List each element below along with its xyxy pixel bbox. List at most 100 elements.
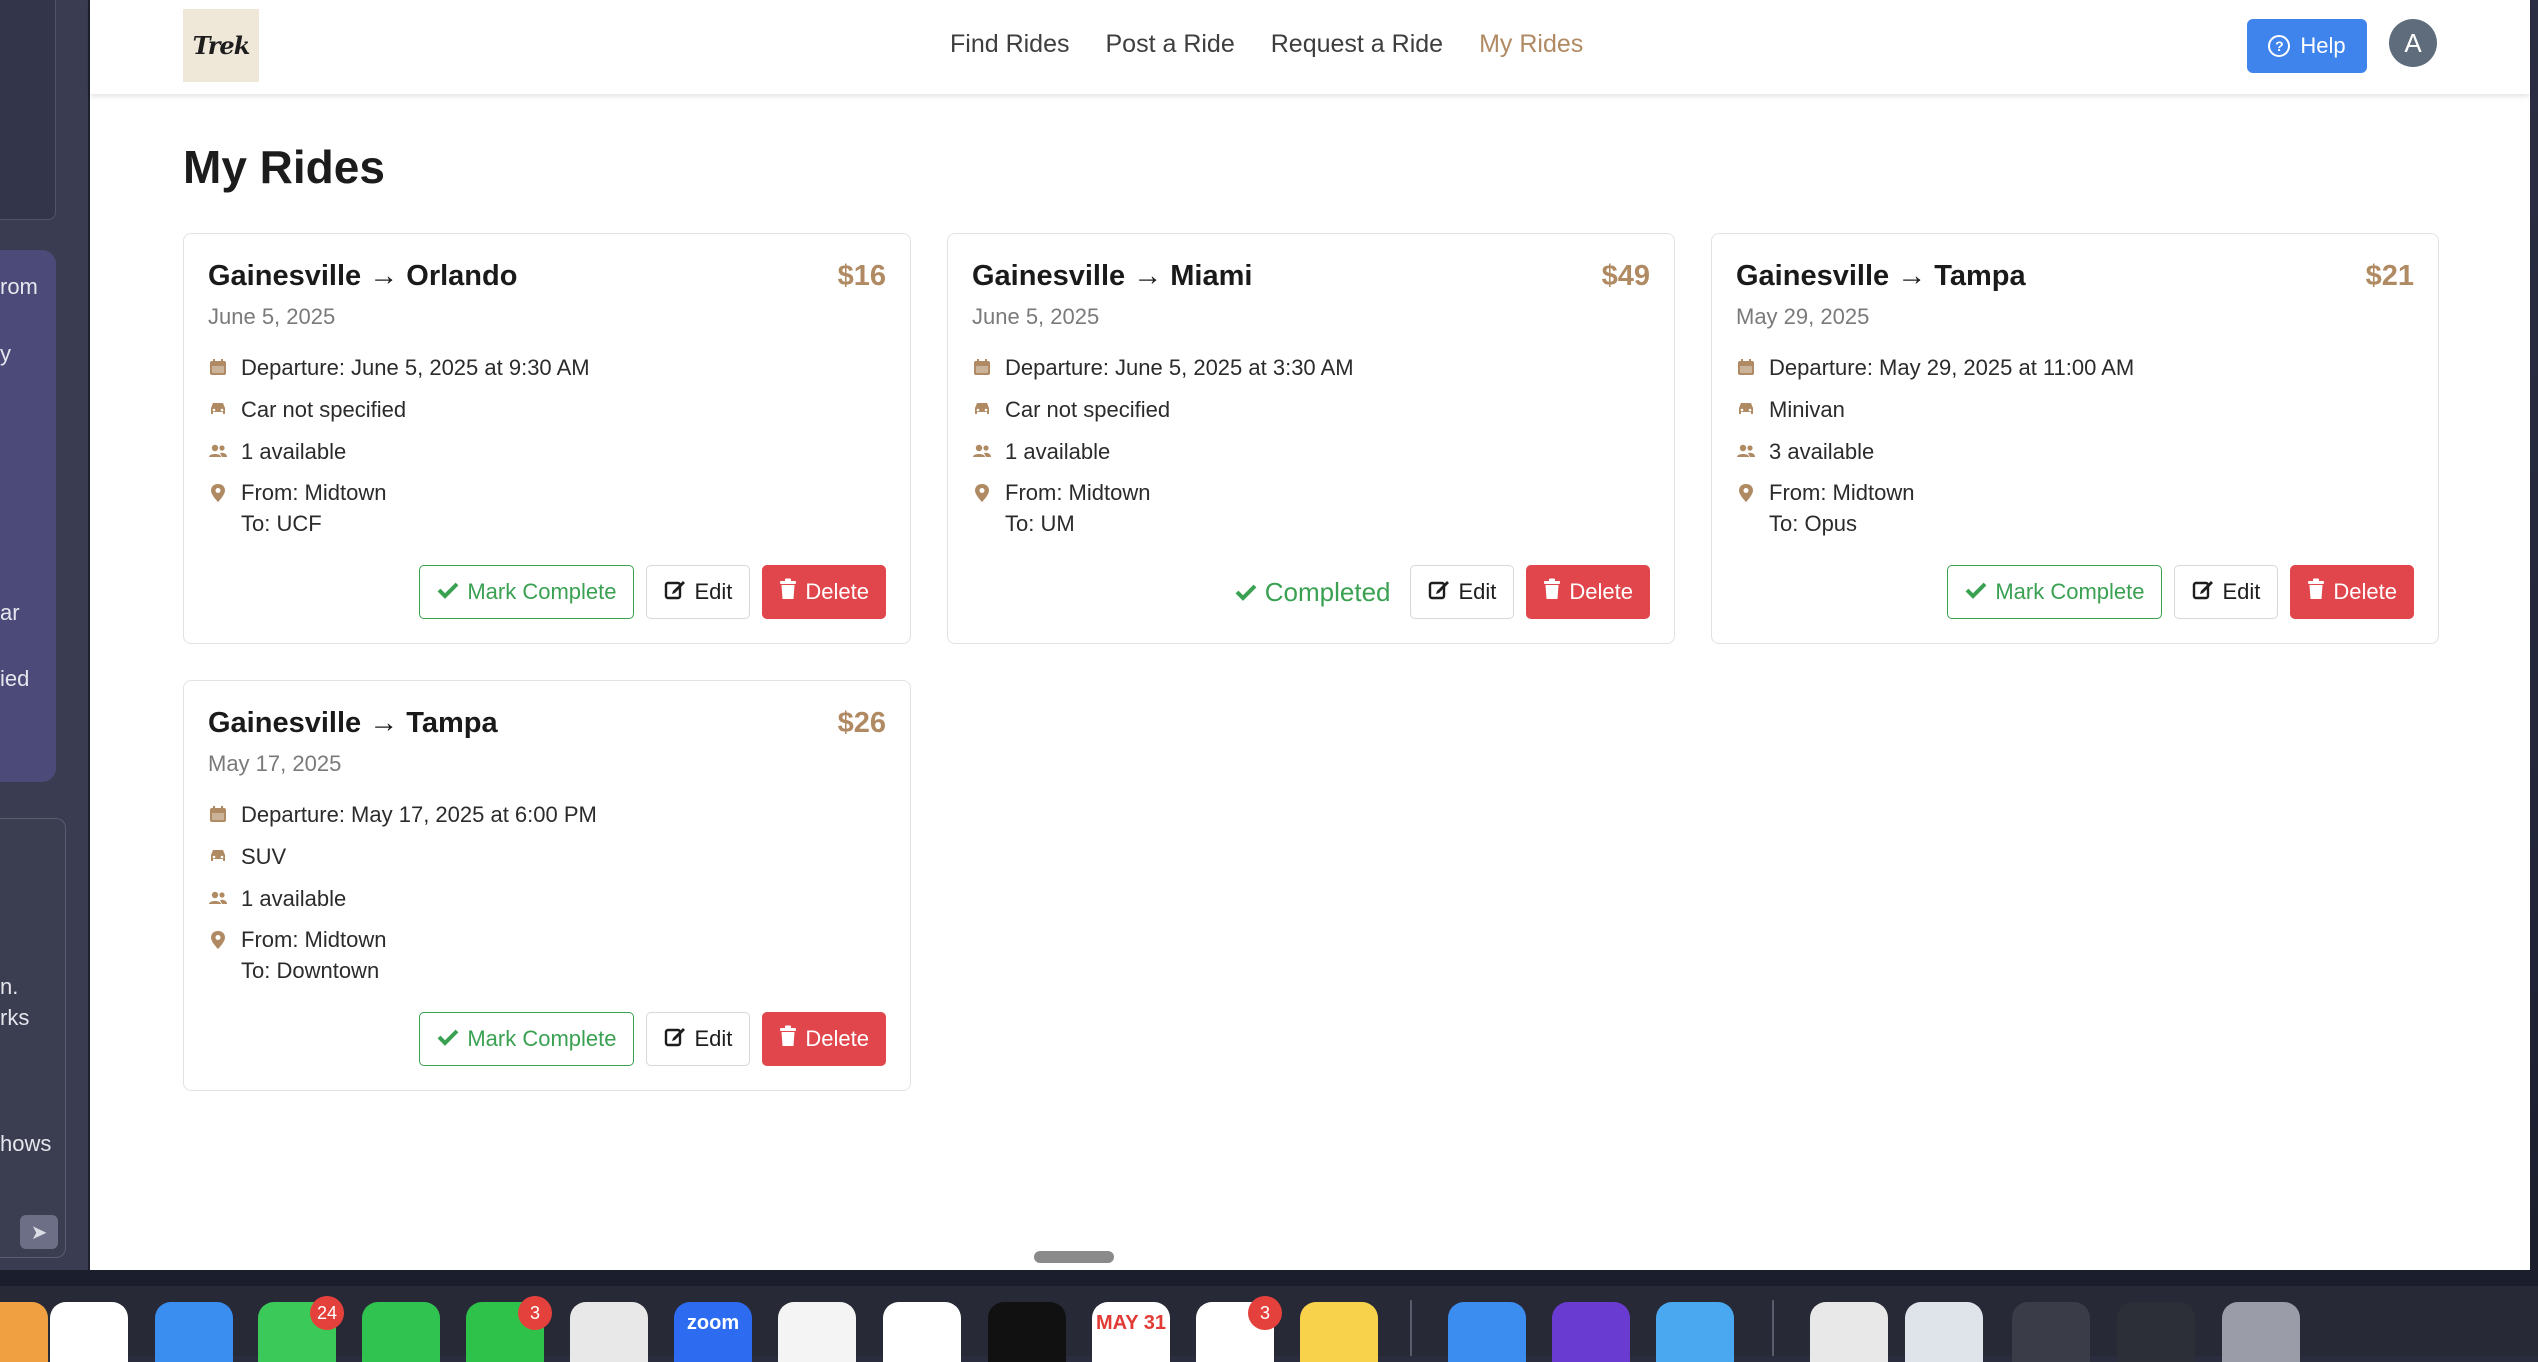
scroll-handle[interactable] (1034, 1251, 1114, 1263)
seats-row: 1 available (208, 439, 346, 465)
seats-row: 3 available (1736, 439, 1874, 465)
trek-logo[interactable]: Trek (183, 9, 259, 82)
car-text: SUV (241, 844, 287, 869)
delete-label: Delete (1569, 579, 1633, 604)
car-icon (208, 399, 228, 419)
mark-complete-label: Mark Complete (467, 1026, 617, 1051)
ride-date: May 17, 2025 (208, 751, 342, 776)
card-actions: Mark Complete Edit Delete (419, 1012, 886, 1066)
background-panel-top (0, 0, 56, 220)
find-my-icon[interactable] (570, 1302, 648, 1362)
whatsapp-icon[interactable] (362, 1302, 440, 1362)
location-row: From: Midtown To: UCF (208, 480, 386, 539)
zoom-icon[interactable]: zoom (674, 1302, 752, 1362)
seats-text: 1 available (241, 439, 347, 464)
cursor-icon[interactable] (988, 1302, 1066, 1362)
car-icon (1736, 399, 1756, 419)
chrome-icon[interactable] (50, 1302, 128, 1362)
trash-icon[interactable] (2222, 1302, 2300, 1362)
zoom-label: zoom (686, 1312, 740, 1334)
to-text: To: Opus (1769, 511, 1858, 536)
edit-button[interactable]: Edit (646, 1012, 751, 1066)
dock-separator (1410, 1300, 1412, 1356)
avatar[interactable]: A (2389, 19, 2437, 67)
location-row: From: Midtown To: Downtown (208, 927, 386, 986)
preview-icon[interactable] (1810, 1302, 1888, 1362)
vscode-icon[interactable] (778, 1302, 856, 1362)
seats-text: 3 available (1769, 439, 1875, 464)
background-window: rom y ar ied n. rks hows ➤ (0, 0, 90, 1270)
mark-complete-button[interactable]: Mark Complete (1947, 565, 2163, 619)
seats-text: 1 available (1005, 439, 1111, 464)
page-title: My Rides (183, 141, 385, 193)
background-panel-input (0, 818, 66, 1258)
edit-button[interactable]: Edit (1410, 565, 1515, 619)
delete-button[interactable]: Delete (762, 565, 886, 619)
background-text: y (0, 341, 11, 366)
map-pin-icon (972, 483, 992, 503)
app-purple-icon[interactable] (1552, 1302, 1630, 1362)
ride-route: Gainesville → Orlando (208, 260, 518, 292)
background-text: rom (0, 274, 38, 299)
check-icon (437, 579, 459, 605)
help-button[interactable]: ? Help (2247, 19, 2367, 73)
edit-icon (1428, 578, 1450, 606)
delete-label: Delete (805, 1026, 869, 1051)
edit-button[interactable]: Edit (2174, 565, 2279, 619)
background-text: ar (0, 600, 20, 625)
maps-icon[interactable] (1656, 1302, 1734, 1362)
car-row: Car not specified (208, 397, 406, 423)
notes-icon[interactable] (1300, 1302, 1378, 1362)
check-icon (1965, 579, 1987, 605)
ride-price: $49 (1601, 260, 1650, 292)
departure-row: Departure: May 29, 2025 at 11:00 AM (1736, 355, 2134, 381)
edit-button[interactable]: Edit (646, 565, 751, 619)
mark-complete-button[interactable]: Mark Complete (419, 565, 635, 619)
background-panel-chat (0, 250, 56, 782)
nav-request-a-ride[interactable]: Request a Ride (1271, 30, 1443, 59)
background-text: ied (0, 666, 30, 691)
location-row: From: Midtown To: Opus (1736, 480, 1914, 539)
window-2-icon[interactable] (2012, 1302, 2090, 1362)
card-actions: Mark Complete Edit Delete (419, 565, 886, 619)
ride-card: Gainesville → Tampa $26 May 17, 2025 Dep… (183, 680, 911, 1091)
nav-find-rides[interactable]: Find Rides (950, 30, 1070, 59)
mail-icon[interactable] (155, 1302, 233, 1362)
ride-card: Gainesville → Orlando $16 June 5, 2025 D… (183, 233, 911, 644)
calendar-icon[interactable]: MAY 31 (1092, 1302, 1170, 1362)
send-icon[interactable]: ➤ (20, 1215, 58, 1249)
calendar-icon (208, 357, 228, 377)
map-pin-icon (1736, 483, 1756, 503)
simulator-icon[interactable] (1448, 1302, 1526, 1362)
question-circle-icon: ? (2268, 35, 2291, 57)
mark-complete-button[interactable]: Mark Complete (419, 1012, 635, 1066)
calendar-icon (972, 357, 992, 377)
chatgpt-icon[interactable] (883, 1302, 961, 1362)
background-text: hows (0, 1131, 52, 1156)
finder-icon[interactable] (0, 1302, 48, 1362)
delete-button[interactable]: Delete (1526, 565, 1650, 619)
from-text: From: Midtown (241, 927, 387, 952)
dock-separator (1772, 1300, 1774, 1356)
check-icon (1235, 577, 1257, 608)
window-3-icon[interactable] (2117, 1302, 2195, 1362)
from-text: From: Midtown (1005, 480, 1151, 505)
background-text: rks (0, 1005, 30, 1030)
nav-my-rides[interactable]: My Rides (1479, 30, 1583, 59)
edit-icon (664, 1025, 686, 1053)
ride-price: $26 (837, 707, 886, 739)
departure-text: Departure: June 5, 2025 at 3:30 AM (1005, 355, 1354, 380)
departure-text: Departure: May 17, 2025 at 6:00 PM (241, 802, 597, 827)
trash-icon (779, 578, 797, 606)
help-label: Help (2300, 33, 2346, 58)
delete-button[interactable]: Delete (762, 1012, 886, 1066)
nav-post-a-ride[interactable]: Post a Ride (1106, 30, 1235, 59)
delete-button[interactable]: Delete (2290, 565, 2414, 619)
car-text: Car not specified (1005, 397, 1171, 422)
edit-label: Edit (694, 579, 733, 604)
car-row: SUV (208, 844, 286, 870)
completed-status: Completed (1235, 577, 1390, 608)
map-pin-icon (208, 930, 228, 950)
window-1-icon[interactable] (1905, 1302, 1983, 1362)
background-text: n. (0, 974, 19, 999)
